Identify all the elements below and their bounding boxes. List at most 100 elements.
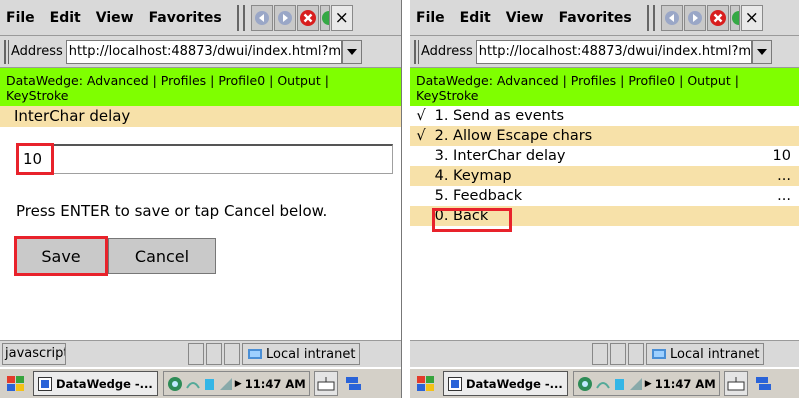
back-button[interactable]	[660, 4, 683, 31]
left-screen: File Edit View Favorites × Address http:…	[0, 0, 402, 398]
address-bar: Address http://localhost:48873/dwui/inde…	[410, 36, 799, 68]
keyboard-icon	[727, 376, 745, 390]
security-zone: Local intranet	[242, 343, 361, 365]
menu-item-interchar-delay[interactable]: 3. InterChar delay 10	[410, 146, 799, 166]
menu-edit[interactable]: Edit	[460, 10, 491, 26]
wifi-icon	[185, 381, 200, 389]
address-grip	[4, 39, 9, 64]
taskbar: DataWedge -... ▶ 11:47 AM	[0, 367, 401, 398]
close-button[interactable]: ×	[330, 4, 353, 31]
forward-button[interactable]	[273, 4, 296, 31]
item-label: 1. Send as events	[434, 108, 565, 124]
checkmark-icon: √	[416, 108, 426, 124]
breadcrumb: DataWedge: Advanced | Profiles | Profile…	[0, 68, 401, 106]
signal-icon	[629, 377, 642, 390]
battery-icon	[204, 378, 214, 390]
taskbar: DataWedge -... ▶ 11:47 AM	[410, 367, 799, 398]
app-icon	[38, 376, 52, 391]
menu-bar: File Edit View Favorites ×	[410, 0, 799, 36]
status-spacer	[412, 343, 590, 365]
item-label: 5. Feedback	[434, 188, 523, 204]
keyboard-button[interactable]	[723, 371, 748, 396]
address-input[interactable]: http://localhost:48873/dwui/index.html?m	[475, 39, 752, 64]
stop-icon	[709, 9, 726, 26]
keyboard-button[interactable]	[313, 371, 338, 396]
address-bar: Address http://localhost:48873/dwui/inde…	[0, 36, 401, 68]
menu-item-back[interactable]: 0. Back	[410, 206, 799, 226]
start-button[interactable]	[3, 371, 29, 397]
address-grip	[414, 39, 419, 64]
screen-divider	[402, 0, 410, 398]
menu-view[interactable]: View	[506, 10, 544, 26]
clock: 11:47 AM	[244, 376, 306, 391]
refresh-button[interactable]	[319, 4, 330, 31]
menu-favorites[interactable]: Favorites	[559, 10, 632, 26]
network-icon	[167, 376, 182, 391]
save-button[interactable]: Save	[16, 238, 106, 274]
address-label: Address	[11, 44, 63, 59]
signal-icon	[219, 377, 232, 390]
menu-file[interactable]: File	[6, 10, 35, 26]
stop-button[interactable]	[296, 4, 319, 31]
menu-item-feedback[interactable]: 5. Feedback ...	[410, 186, 799, 206]
breadcrumb-text: DataWedge: Advanced | Profiles | Profile…	[6, 73, 329, 103]
item-label: 3. InterChar delay	[434, 148, 566, 164]
desktop-button[interactable]	[751, 371, 775, 396]
address-input[interactable]: http://localhost:48873/dwui/index.html?m	[65, 39, 342, 64]
item-value: ...	[777, 188, 791, 204]
start-button[interactable]	[413, 371, 439, 397]
status-bar: Local intranet	[410, 340, 799, 367]
menu-view[interactable]: View	[96, 10, 134, 26]
menu-bar: File Edit View Favorites ×	[0, 0, 401, 36]
taskbar-app-button[interactable]: DataWedge -...	[33, 371, 158, 396]
forward-arrow-icon	[687, 10, 702, 25]
status-cell	[188, 343, 204, 365]
item-label: 2. Allow Escape chars	[434, 128, 593, 144]
wifi-icon	[595, 381, 610, 389]
stop-button[interactable]	[706, 4, 729, 31]
status-text: javascript:	[2, 343, 66, 365]
item-value: ...	[777, 168, 791, 184]
refresh-button[interactable]	[729, 4, 740, 31]
menu-item-allow-escape-chars[interactable]: √ 2. Allow Escape chars	[410, 126, 799, 146]
address-dropdown[interactable]	[751, 39, 772, 64]
forward-button[interactable]	[683, 4, 706, 31]
zone-label: Local intranet	[670, 346, 760, 362]
menu-item-keymap[interactable]: 4. Keymap ...	[410, 166, 799, 186]
interchar-delay-input[interactable]: 10	[16, 144, 393, 174]
status-bar: javascript: Local intranet	[0, 340, 401, 367]
instruction-text: Press ENTER to save or tap Cancel below.	[16, 202, 328, 220]
refresh-icon	[321, 10, 329, 25]
tray-arrow-icon: ▶	[234, 378, 242, 389]
menu-edit[interactable]: Edit	[50, 10, 81, 26]
address-dropdown[interactable]	[341, 39, 362, 64]
cancel-button[interactable]: Cancel	[108, 238, 216, 274]
forward-arrow-icon	[277, 10, 292, 25]
section-title: InterChar delay	[0, 106, 401, 127]
status-cell	[206, 343, 222, 365]
status-cell	[592, 343, 608, 365]
taskbar-app-button[interactable]: DataWedge -...	[443, 371, 568, 396]
menu-file[interactable]: File	[416, 10, 445, 26]
toolbar-grip	[646, 4, 655, 31]
chevron-down-icon	[346, 48, 357, 55]
task-label: DataWedge -...	[56, 376, 153, 391]
page-content: DataWedge: Advanced | Profiles | Profile…	[410, 68, 799, 340]
status-cell	[610, 343, 626, 365]
stop-icon	[299, 9, 316, 26]
close-button[interactable]: ×	[740, 4, 763, 31]
status-spacer	[68, 343, 186, 365]
keyboard-icon	[317, 376, 335, 390]
menu-favorites[interactable]: Favorites	[149, 10, 222, 26]
battery-icon	[614, 378, 624, 390]
tray-arrow-icon: ▶	[644, 378, 652, 389]
intranet-icon	[652, 349, 666, 359]
zone-label: Local intranet	[266, 346, 356, 362]
back-arrow-icon	[664, 10, 679, 25]
clock: 11:47 AM	[654, 376, 716, 391]
menu-item-send-as-events[interactable]: √ 1. Send as events	[410, 106, 799, 126]
system-tray: ▶ 11:47 AM	[162, 371, 310, 396]
desktop-button[interactable]	[341, 371, 365, 396]
back-button[interactable]	[250, 4, 273, 31]
security-zone: Local intranet	[646, 343, 765, 365]
